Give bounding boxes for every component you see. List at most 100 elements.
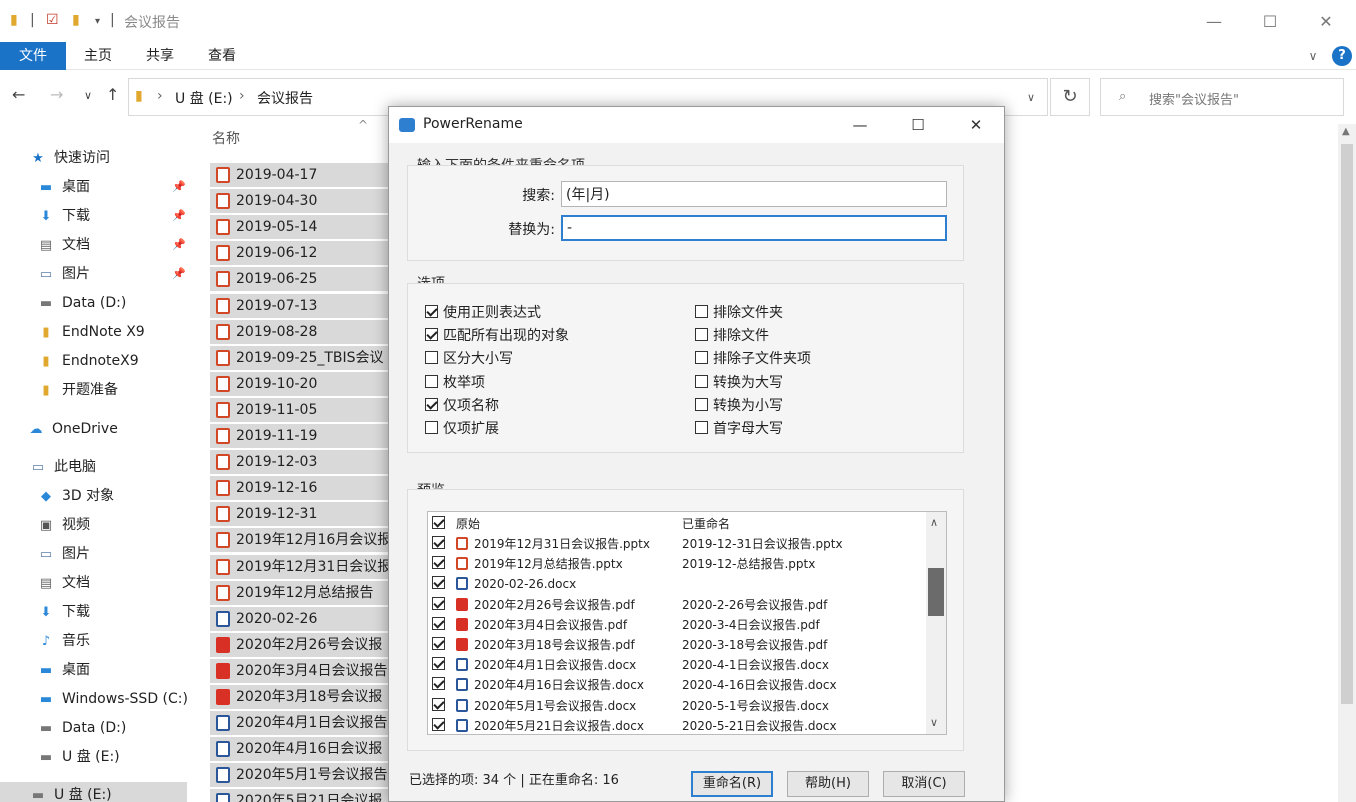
scroll-down-icon[interactable]: ∨: [930, 716, 938, 729]
preview-row[interactable]: 2020年4月16日会议报告.docx 2020-4-16日会议报告.docx: [428, 675, 926, 695]
preview-row-checkbox[interactable]: [432, 717, 445, 731]
file-list-item[interactable]: 2019-12-31: [210, 502, 390, 527]
preview-scrollbar[interactable]: ∧ ∨: [926, 512, 946, 734]
preview-row[interactable]: 2020年5月1号会议报告.docx 2020-5-1号会议报告.docx: [428, 696, 926, 716]
option-checkbox[interactable]: [425, 305, 438, 318]
nav-this-pc[interactable]: ▭ 此电脑: [30, 454, 96, 480]
help-button[interactable]: 帮助(H): [787, 771, 869, 797]
nav-item-usb-e-selected[interactable]: ▬ U 盘 (E:): [0, 782, 187, 802]
tab-file[interactable]: 文件: [0, 42, 66, 70]
nav-item-usb-e[interactable]: ▬ U 盘 (E:): [38, 744, 120, 770]
nav-item-documents[interactable]: ▤ 文档: [38, 232, 90, 258]
forward-icon[interactable]: →: [50, 85, 63, 104]
tab-home[interactable]: 主页: [80, 42, 116, 70]
chevron-right-icon[interactable]: ›: [157, 88, 163, 104]
option-options_right-5[interactable]: 首字母大写: [695, 419, 783, 439]
option-options_left-4[interactable]: 仅项名称: [425, 396, 499, 416]
file-list-item[interactable]: 2019-12-16: [210, 476, 390, 501]
preview-list[interactable]: 原始 已重命名 2019年12月31日会议报告.pptx 2019-12-31日会…: [427, 511, 947, 735]
file-list-item[interactable]: 2019-06-25: [210, 267, 390, 292]
nav-item-3d-objects[interactable]: ◆ 3D 对象: [38, 483, 114, 509]
preview-row-checkbox[interactable]: [432, 536, 445, 549]
option-options_right-0[interactable]: 排除文件夹: [695, 303, 783, 323]
preview-row[interactable]: 2020年4月1日会议报告.docx 2020-4-1日会议报告.docx: [428, 655, 926, 675]
file-list-item[interactable]: 2019-04-30: [210, 189, 390, 214]
preview-row[interactable]: 2020年2月26号会议报告.pdf 2020-2-26号会议报告.pdf: [428, 595, 926, 615]
file-list-item[interactable]: 2019-08-28: [210, 319, 390, 344]
file-list-item[interactable]: 2020年5月1号会议报告: [210, 763, 390, 788]
search-regex-input[interactable]: [561, 181, 947, 207]
pin-icon[interactable]: 📌: [172, 238, 186, 251]
option-checkbox[interactable]: [695, 328, 708, 342]
nav-item-videos[interactable]: ▣ 视频: [38, 512, 90, 538]
option-checkbox[interactable]: [425, 328, 438, 342]
option-options_right-1[interactable]: 排除文件: [695, 326, 769, 346]
rename-button[interactable]: 重命名(R): [691, 771, 773, 797]
pin-icon[interactable]: 📌: [172, 180, 186, 193]
preview-row[interactable]: 2020年3月18号会议报告.pdf 2020-3-18号会议报告.pdf: [428, 635, 926, 655]
select-all-checkbox[interactable]: [432, 516, 445, 529]
preview-row-checkbox[interactable]: [432, 637, 445, 650]
scrollbar-thumb[interactable]: [1341, 144, 1353, 704]
file-list-item[interactable]: 2019-06-12: [210, 241, 390, 266]
minimize-button[interactable]: —: [1194, 8, 1234, 36]
option-options_right-4[interactable]: 转换为小写: [695, 396, 783, 416]
column-header-name[interactable]: 名称: [212, 128, 240, 148]
explorer-scrollbar[interactable]: ▲: [1338, 124, 1356, 802]
nav-item-windows-ssd[interactable]: ▬ Windows-SSD (C:): [38, 686, 188, 712]
nav-item-music[interactable]: ♪ 音乐: [38, 628, 90, 654]
properties-icon[interactable]: ☑: [46, 12, 59, 28]
tab-view[interactable]: 查看: [204, 42, 240, 70]
preview-row[interactable]: 2019年12月总结报告.pptx 2019-12-总结报告.pptx: [428, 554, 926, 574]
nav-quick-access[interactable]: ★ 快速访问: [30, 145, 110, 171]
nav-item-desktop-pc[interactable]: ▬ 桌面: [38, 657, 90, 683]
option-checkbox[interactable]: [425, 421, 438, 434]
preview-row-checkbox[interactable]: [432, 697, 445, 711]
search-input[interactable]: ⌕ 搜索"会议报告": [1100, 78, 1344, 116]
option-checkbox[interactable]: [425, 351, 438, 365]
replace-input[interactable]: [561, 215, 947, 241]
preview-row-checkbox[interactable]: [432, 596, 445, 610]
option-options_right-3[interactable]: 转换为大写: [695, 373, 783, 393]
help-icon[interactable]: ?: [1332, 46, 1352, 66]
chevron-down-icon[interactable]: ∨: [1027, 91, 1035, 104]
expand-ribbon-icon[interactable]: ∨: [1304, 42, 1322, 70]
dialog-close-button[interactable]: ✕: [961, 113, 991, 137]
dialog-minimize-button[interactable]: —: [845, 113, 875, 137]
file-list-item[interactable]: 2019年12月总结报告: [210, 580, 390, 605]
back-icon[interactable]: ←: [12, 85, 25, 104]
dialog-maximize-button[interactable]: ☐: [903, 113, 933, 137]
recent-locations-icon[interactable]: ∨: [84, 89, 92, 102]
option-checkbox[interactable]: [695, 305, 708, 318]
preview-row-checkbox[interactable]: [432, 616, 445, 630]
file-list-item[interactable]: 2020-02-26: [210, 606, 390, 631]
option-checkbox[interactable]: [695, 351, 708, 365]
option-options_left-1[interactable]: 匹配所有出现的对象: [425, 326, 569, 346]
file-list-item[interactable]: 2019年12月31日会议报: [210, 554, 390, 579]
file-list-item[interactable]: 2020年3月18号会议报: [210, 685, 390, 709]
file-list-item[interactable]: 2020年4月1日会议报告: [210, 711, 390, 736]
pin-icon[interactable]: 📌: [172, 209, 186, 222]
option-options_left-2[interactable]: 区分大小写: [425, 349, 513, 369]
close-button[interactable]: ✕: [1306, 8, 1346, 36]
option-checkbox[interactable]: [425, 374, 438, 388]
nav-item-pictures[interactable]: ▭ 图片: [38, 261, 90, 287]
option-checkbox[interactable]: [695, 397, 708, 411]
scroll-up-icon[interactable]: ∧: [930, 516, 938, 529]
file-list-item[interactable]: 2019-07-13: [210, 293, 390, 318]
option-checkbox[interactable]: [695, 374, 708, 388]
file-list-item[interactable]: 2019-12-03: [210, 450, 390, 475]
chevron-right-icon[interactable]: ›: [239, 88, 245, 104]
file-list-item[interactable]: 2019-11-05: [210, 397, 390, 422]
preview-row[interactable]: 2020年3月4日会议报告.pdf 2020-3-4日会议报告.pdf: [428, 615, 926, 635]
file-list-item[interactable]: 2019-04-17: [210, 163, 390, 187]
up-icon[interactable]: ↑: [106, 85, 119, 104]
nav-onedrive[interactable]: ☁ OneDrive: [28, 416, 118, 442]
preview-row-checkbox[interactable]: [432, 677, 445, 691]
customize-quickaccess-icon[interactable]: ▾: [95, 16, 100, 27]
new-folder-icon[interactable]: ▮: [72, 12, 80, 28]
option-checkbox[interactable]: [695, 421, 708, 434]
preview-row-checkbox[interactable]: [432, 576, 445, 590]
cancel-button[interactable]: 取消(C): [883, 771, 965, 797]
file-list-item[interactable]: 2019-09-25_TBIS会议: [210, 345, 390, 370]
